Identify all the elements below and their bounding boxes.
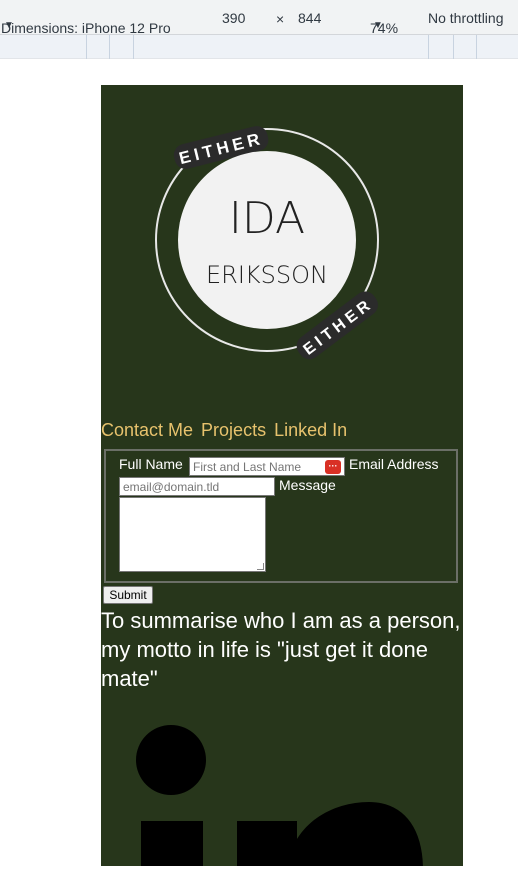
- email-input[interactable]: email@domain.tld: [119, 477, 275, 496]
- message-textarea[interactable]: [119, 497, 266, 572]
- motto-text: To summarise who I am as a person, my mo…: [101, 608, 461, 691]
- ruler-tick: [453, 35, 454, 59]
- device-viewport: EITHER EITHER IDA ERIKSSON Contact Me Pro…: [101, 85, 463, 866]
- width-input[interactable]: 390: [222, 10, 245, 26]
- contact-form: Full Name First and Last Name ··· Email …: [104, 449, 458, 583]
- logo-i-stem: [141, 821, 203, 866]
- full-name-placeholder: First and Last Name: [193, 460, 302, 474]
- main-nav: Contact Me Projects Linked In: [101, 420, 355, 441]
- password-manager-icon[interactable]: ···: [325, 460, 341, 474]
- full-name-label: Full Name: [119, 456, 183, 472]
- logo-last-name: ERIKSSON: [206, 261, 328, 289]
- ruler-tick: [133, 35, 134, 59]
- submit-button[interactable]: Submit: [103, 586, 153, 604]
- message-label: Message: [279, 477, 336, 493]
- height-input[interactable]: 844: [298, 10, 321, 26]
- resize-handle-icon[interactable]: [257, 563, 264, 570]
- ruler-tick: [428, 35, 429, 59]
- nav-link-projects[interactable]: Projects: [201, 420, 266, 440]
- nav-link-linkedin[interactable]: Linked In: [274, 420, 347, 440]
- times-icon: ×: [276, 11, 285, 27]
- ruler-tick: [86, 35, 87, 59]
- logo-first-name: IDA: [229, 193, 305, 244]
- throttling-select[interactable]: No throttling: [428, 10, 503, 26]
- ruler-tick: [476, 35, 477, 59]
- logo-n-stem: [237, 821, 297, 866]
- logo-n-arch: [287, 802, 423, 866]
- media-query-ruler[interactable]: [0, 35, 518, 59]
- logo-dot: [136, 725, 206, 795]
- ruler-tick: [109, 35, 110, 59]
- name-logo: EITHER EITHER IDA ERIKSSON: [155, 126, 379, 360]
- chevron-down-icon: ▼: [4, 20, 14, 31]
- email-label: Email Address: [349, 456, 439, 472]
- email-placeholder: email@domain.tld: [123, 480, 220, 494]
- device-select-label: Dimensions: iPhone 12 Pro: [1, 20, 171, 36]
- devtools-toolbar: Dimensions: iPhone 12 Pro ▼ 390 × 844 74%…: [0, 0, 518, 36]
- chevron-down-icon: ▼: [373, 20, 383, 31]
- nav-link-contact[interactable]: Contact Me: [101, 420, 193, 440]
- full-name-input[interactable]: First and Last Name ···: [189, 457, 345, 476]
- linkedin-logo: [136, 725, 423, 866]
